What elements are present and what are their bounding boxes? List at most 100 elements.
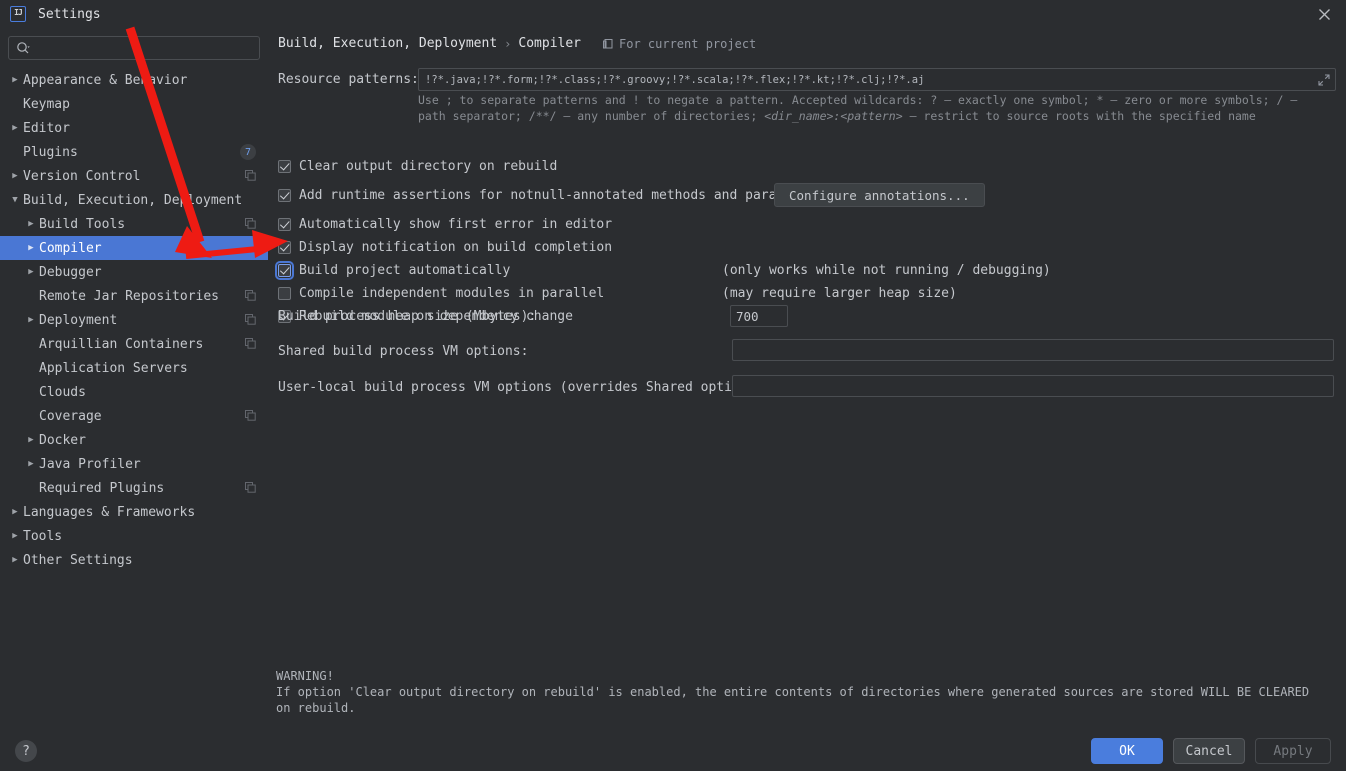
sidebar-item-debugger[interactable]: ▶ Debugger xyxy=(0,260,268,284)
sidebar-item-keymap[interactable]: Keymap xyxy=(0,92,268,116)
checkbox-note: (may require larger heap size) xyxy=(722,286,957,301)
checkbox-indicator[interactable] xyxy=(275,261,294,280)
sidebar-item-compiler[interactable]: ▶ Compiler xyxy=(0,236,268,260)
dialog-footer: ? OK Cancel Apply xyxy=(0,731,1346,771)
chevron-right-icon[interactable]: ▶ xyxy=(24,459,38,469)
user-local-vm-options-label: User-local build process VM options (ove… xyxy=(278,380,772,395)
chevron-right-icon[interactable]: ▶ xyxy=(8,507,22,517)
sidebar-item-label: Docker xyxy=(39,432,86,448)
resource-patterns-field[interactable]: !?*.java;!?*.form;!?*.class;!?*.groovy;!… xyxy=(418,68,1336,91)
sidebar-item-deployment[interactable]: ▶ Deployment xyxy=(0,308,268,332)
checkbox-indicator[interactable] xyxy=(278,160,291,173)
checkbox-display-notification-on-build-completion[interactable]: Display notification on build completion xyxy=(278,240,612,255)
sidebar-item-label: Version Control xyxy=(23,168,141,184)
sidebar-item-label: Deployment xyxy=(39,312,118,328)
shared-vm-options-label: Shared build process VM options: xyxy=(278,344,529,359)
sidebar-item-editor[interactable]: ▶ Editor xyxy=(0,116,268,140)
sidebar-item-arquillian-containers[interactable]: Arquillian Containers xyxy=(0,332,268,356)
checkbox-compile-independent-modules-in-parallel[interactable]: Compile independent modules in parallel xyxy=(278,286,604,301)
warning-body: If option 'Clear output directory on reb… xyxy=(276,685,1310,715)
cancel-button[interactable]: Cancel xyxy=(1173,738,1245,764)
copy-settings-icon[interactable] xyxy=(245,482,256,497)
copy-settings-icon[interactable] xyxy=(245,290,256,305)
checkbox-indicator[interactable] xyxy=(278,241,291,254)
copy-settings-icon[interactable] xyxy=(245,314,256,329)
sidebar-item-docker[interactable]: ▶ Docker xyxy=(0,428,268,452)
for-current-project-label: For current project xyxy=(619,37,757,51)
help-button[interactable]: ? xyxy=(15,740,37,762)
checkbox-label: Display notification on build completion xyxy=(299,240,613,255)
resource-patterns-hint: Use ; to separate patterns and ! to nega… xyxy=(418,92,1336,124)
sidebar-item-label: Appearance & Behavior xyxy=(23,72,188,88)
sidebar-item-label: Languages & Frameworks xyxy=(23,504,196,520)
sidebar-item-label: Editor xyxy=(23,120,70,136)
chevron-right-icon[interactable]: ▶ xyxy=(8,75,22,85)
sidebar-item-clouds[interactable]: Clouds xyxy=(0,380,268,404)
sidebar-item-version-control[interactable]: ▶ Version Control xyxy=(0,164,268,188)
sidebar-item-plugins[interactable]: Plugins 7 xyxy=(0,140,268,164)
sidebar-item-tools[interactable]: ▶ Tools xyxy=(0,524,268,548)
project-scope-icon xyxy=(603,39,613,49)
sidebar-item-label: Tools xyxy=(23,528,63,544)
ok-button[interactable]: OK xyxy=(1091,738,1163,764)
copy-settings-icon[interactable] xyxy=(245,218,256,233)
sidebar-item-remote-jar-repositories[interactable]: Remote Jar Repositories xyxy=(0,284,268,308)
sidebar-item-languages-frameworks[interactable]: ▶ Languages & Frameworks xyxy=(0,500,268,524)
search-input[interactable] xyxy=(30,40,259,56)
chevron-down-icon[interactable]: ▼ xyxy=(8,195,22,205)
sidebar-item-build-tools[interactable]: ▶ Build Tools xyxy=(0,212,268,236)
checkbox-add-runtime-assertions-for-notnull-annotated-methods-and-parameters[interactable]: Add runtime assertions for notnull-annot… xyxy=(278,188,823,203)
checkbox-indicator[interactable] xyxy=(278,287,291,300)
sidebar-item-appearance-behavior[interactable]: ▶ Appearance & Behavior xyxy=(0,68,268,92)
hint-line-2-b: — restrict to source roots with the spec… xyxy=(902,109,1256,123)
chevron-right-icon[interactable]: ▶ xyxy=(8,555,22,565)
chevron-right-icon[interactable]: ▶ xyxy=(24,315,38,325)
sidebar-item-build-execution-deployment[interactable]: ▼ Build, Execution, Deployment xyxy=(0,188,268,212)
sidebar-item-label: Clouds xyxy=(39,384,86,400)
sidebar-item-label: Plugins xyxy=(23,144,78,160)
sidebar-item-application-servers[interactable]: Application Servers xyxy=(0,356,268,380)
breadcrumb-root[interactable]: Build, Execution, Deployment xyxy=(278,36,497,51)
apply-button[interactable]: Apply xyxy=(1255,738,1331,764)
sidebar-item-other-settings[interactable]: ▶ Other Settings xyxy=(0,548,268,572)
copy-settings-icon[interactable] xyxy=(245,410,256,425)
checkbox-automatically-show-first-error-in-editor[interactable]: Automatically show first error in editor xyxy=(278,217,612,232)
checkbox-label: Build project automatically xyxy=(299,263,511,278)
window-title: Settings xyxy=(38,6,101,22)
checkbox-build-project-automatically[interactable]: Build project automatically xyxy=(275,261,511,280)
search-field[interactable] xyxy=(8,36,260,60)
heap-size-input[interactable] xyxy=(730,305,788,327)
chevron-right-icon[interactable]: ▶ xyxy=(24,435,38,445)
breadcrumb-separator: › xyxy=(504,36,512,51)
chevron-right-icon[interactable]: ▶ xyxy=(8,123,22,133)
shared-vm-options-input[interactable] xyxy=(732,339,1334,361)
sidebar-item-java-profiler[interactable]: ▶ Java Profiler xyxy=(0,452,268,476)
sidebar-item-label: Compiler xyxy=(39,240,102,256)
checkbox-clear-output-directory-on-rebuild[interactable]: Clear output directory on rebuild xyxy=(278,159,557,174)
chevron-right-icon[interactable]: ▶ xyxy=(8,171,22,181)
sidebar-item-coverage[interactable]: Coverage xyxy=(0,404,268,428)
chevron-right-icon[interactable]: ▶ xyxy=(24,267,38,277)
breadcrumb: Build, Execution, Deployment › Compiler xyxy=(278,36,581,51)
breadcrumb-leaf: Compiler xyxy=(518,36,582,51)
chevron-right-icon[interactable]: ▶ xyxy=(24,243,38,253)
configure-annotations-button[interactable]: Configure annotations... xyxy=(774,183,985,207)
checkbox-indicator[interactable] xyxy=(278,189,291,202)
resource-patterns-value[interactable]: !?*.java;!?*.form;!?*.class;!?*.groovy;!… xyxy=(419,74,1313,86)
chevron-right-icon[interactable]: ▶ xyxy=(24,219,38,229)
copy-settings-icon[interactable] xyxy=(245,338,256,353)
checkbox-indicator[interactable] xyxy=(278,218,291,231)
sidebar-item-required-plugins[interactable]: Required Plugins xyxy=(0,476,268,500)
close-icon[interactable] xyxy=(1314,5,1334,23)
checkbox-note: (only works while not running / debuggin… xyxy=(722,263,1051,278)
heap-size-label: Build process heap size (Mbytes): xyxy=(278,309,537,324)
copy-settings-icon[interactable] xyxy=(245,170,256,185)
expand-icon[interactable] xyxy=(1313,73,1335,86)
hint-line-1: Use ; to separate patterns and ! to nega… xyxy=(418,93,1298,107)
user-local-vm-options-input[interactable] xyxy=(732,375,1334,397)
chevron-right-icon[interactable]: ▶ xyxy=(8,531,22,541)
